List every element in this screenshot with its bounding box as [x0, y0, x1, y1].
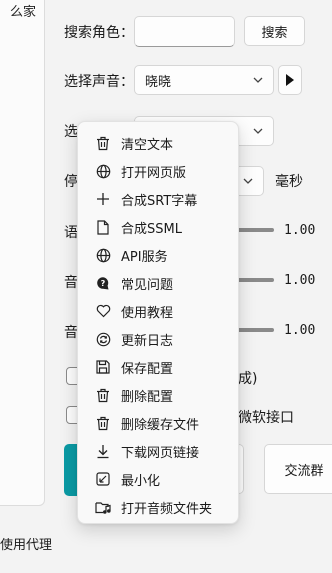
group-chat-button[interactable]: 交流群 [264, 444, 332, 494]
menu-item-clear-text[interactable]: 清空文本 [78, 129, 238, 157]
menu-item-minimize[interactable]: 最小化 [78, 465, 238, 493]
left-panel-title: 么家 [9, 5, 36, 20]
globe-icon [94, 246, 112, 264]
search-role-input[interactable] [134, 16, 235, 47]
music-folder-icon [94, 498, 112, 516]
trash-icon [94, 414, 112, 432]
pause-unit: 毫秒 [275, 174, 303, 190]
play-voice-button[interactable] [278, 65, 302, 95]
menu-item-label: 更新日志 [121, 333, 174, 349]
menu-item-label: 保存配置 [121, 361, 174, 377]
menu-item-ssml[interactable]: 合成SSML [78, 213, 238, 241]
pause-label: 停 [64, 174, 78, 190]
chevron-down-icon [243, 178, 253, 184]
plus-icon [94, 190, 112, 208]
menu-item-save-config[interactable]: 保存配置 [78, 353, 238, 381]
use-proxy-label[interactable]: 使用代理 [0, 534, 52, 553]
menu-item-delete-config[interactable]: 删除配置 [78, 381, 238, 409]
minimize-icon [94, 470, 112, 488]
volume-value: 1.00 [284, 273, 316, 288]
voice-select[interactable]: 晓晓 [134, 65, 274, 95]
option-checkbox-2-label: 微软接口 [238, 410, 294, 426]
slider-label-rate: 语 [64, 225, 78, 241]
menu-item-faq[interactable]: ? 常见问题 [78, 269, 238, 297]
option-checkbox-1-label: 成) [238, 371, 258, 387]
menu-item-open-audio-folder[interactable]: 打开音频文件夹 [78, 493, 238, 521]
menu-item-label: 打开音频文件夹 [121, 501, 213, 517]
pitch-value: 1.00 [284, 323, 316, 338]
download-icon [94, 442, 112, 460]
menu-item-changelog[interactable]: 更新日志 [78, 325, 238, 353]
chat-question-icon: ? [94, 274, 112, 292]
refresh-icon [94, 330, 112, 348]
search-role-label: 搜索角色： [64, 25, 134, 41]
trash-icon [94, 386, 112, 404]
menu-item-open-web[interactable]: 打开网页版 [78, 157, 238, 185]
trash-icon [94, 134, 112, 152]
play-icon [285, 73, 295, 87]
menu-item-label: 删除缓存文件 [121, 417, 200, 433]
menu-item-download-link[interactable]: 下载网页链接 [78, 437, 238, 465]
save-icon [94, 358, 112, 376]
heart-icon [94, 302, 112, 320]
menu-item-label: 合成SRT字幕 [121, 193, 198, 209]
chevron-down-icon [253, 128, 263, 134]
rate-value: 1.00 [284, 223, 316, 238]
menu-item-label: 删除配置 [121, 389, 174, 405]
menu-item-label: 合成SSML [121, 221, 182, 237]
menu-item-label: 最小化 [121, 473, 161, 489]
voice-selected-value: 晓晓 [145, 74, 172, 90]
menu-item-label: 清空文本 [121, 137, 174, 153]
search-button[interactable]: 搜索 [244, 16, 305, 46]
menu-item-tutorial[interactable]: 使用教程 [78, 297, 238, 325]
slider-label-volume: 音 [64, 275, 78, 291]
left-panel: 么家 [0, 0, 45, 506]
more-options-menu: 清空文本 打开网页版 合成SRT字幕 合成SSML API服务 ? 常见问题 使… [77, 121, 239, 524]
chevron-down-icon [253, 77, 263, 83]
menu-item-label: 常见问题 [121, 277, 174, 293]
select-voice-label: 选择声音： [64, 74, 134, 90]
document-icon [94, 218, 112, 236]
menu-item-label: 下载网页链接 [121, 445, 200, 461]
row3-label: 选 [64, 124, 78, 140]
menu-item-srt[interactable]: 合成SRT字幕 [78, 185, 238, 213]
menu-item-label: 使用教程 [121, 305, 174, 321]
menu-item-delete-cache[interactable]: 删除缓存文件 [78, 409, 238, 437]
globe-icon [94, 162, 112, 180]
menu-item-api[interactable]: API服务 [78, 241, 238, 269]
menu-item-label: API服务 [121, 249, 168, 265]
slider-label-pitch: 音 [64, 325, 78, 341]
menu-item-label: 打开网页版 [121, 165, 187, 181]
svg-text:?: ? [100, 279, 105, 288]
